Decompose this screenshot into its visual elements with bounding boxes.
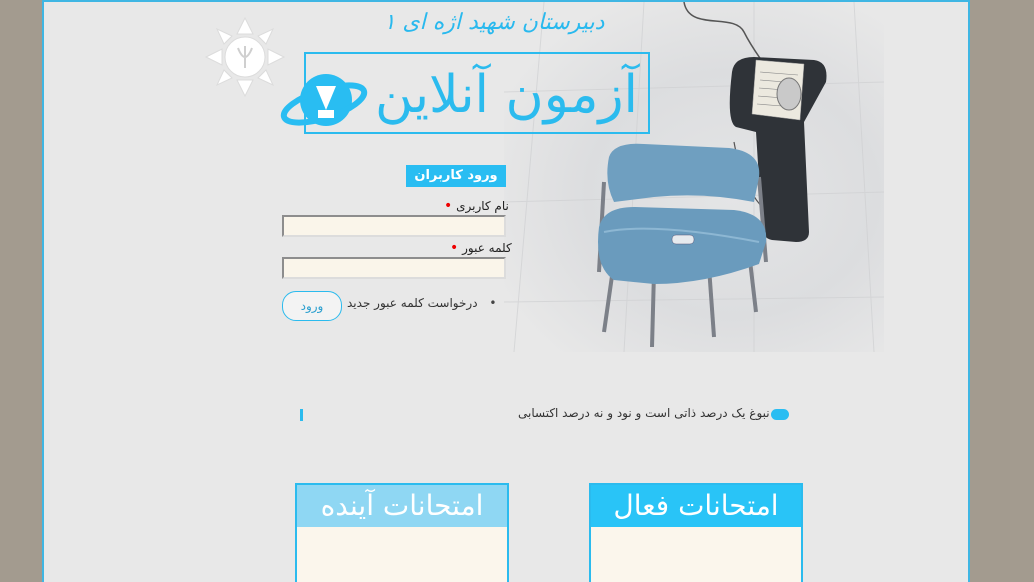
username-input[interactable] (282, 215, 506, 237)
future-exams-panel: امتحانات آینده (295, 483, 509, 582)
site-logo-text: آزمون آنلاین (375, 65, 638, 125)
login-button[interactable]: ورود (282, 291, 342, 321)
page-container: دبیرستان شهید اژه ای ۱ آزمون آنلاین ورود… (42, 0, 970, 582)
username-label: نام کاربری • (444, 198, 509, 214)
password-label-text: کلمه عبور (462, 241, 512, 255)
school-title: دبیرستان شهید اژه ای ۱ (383, 10, 605, 35)
required-marker: • (444, 198, 453, 214)
bullet-icon: • (489, 296, 497, 310)
future-exams-title: امتحانات آینده (297, 485, 507, 527)
forgot-password-item: درخواست کلمه عبور جدید • (347, 296, 496, 310)
iran-emblem-logo (204, 16, 286, 98)
ticker-text: نبوغ یک درصد ذاتی است و نود و نه درصد اک… (518, 406, 770, 420)
globe-logo-icon (280, 64, 368, 142)
password-input[interactable] (282, 257, 506, 279)
forgot-password-link[interactable]: درخواست کلمه عبور جدید (347, 296, 478, 310)
ticker-pill-icon (771, 409, 789, 420)
active-exams-title: امتحانات فعال (591, 485, 801, 527)
password-label: کلمه عبور • (450, 240, 512, 256)
ticker-left-bar (300, 409, 303, 421)
username-label-text: نام کاربری (456, 199, 509, 213)
active-exams-panel: امتحانات فعال (589, 483, 803, 582)
login-title: ورود کاربران (406, 165, 506, 187)
required-marker: • (450, 240, 459, 256)
